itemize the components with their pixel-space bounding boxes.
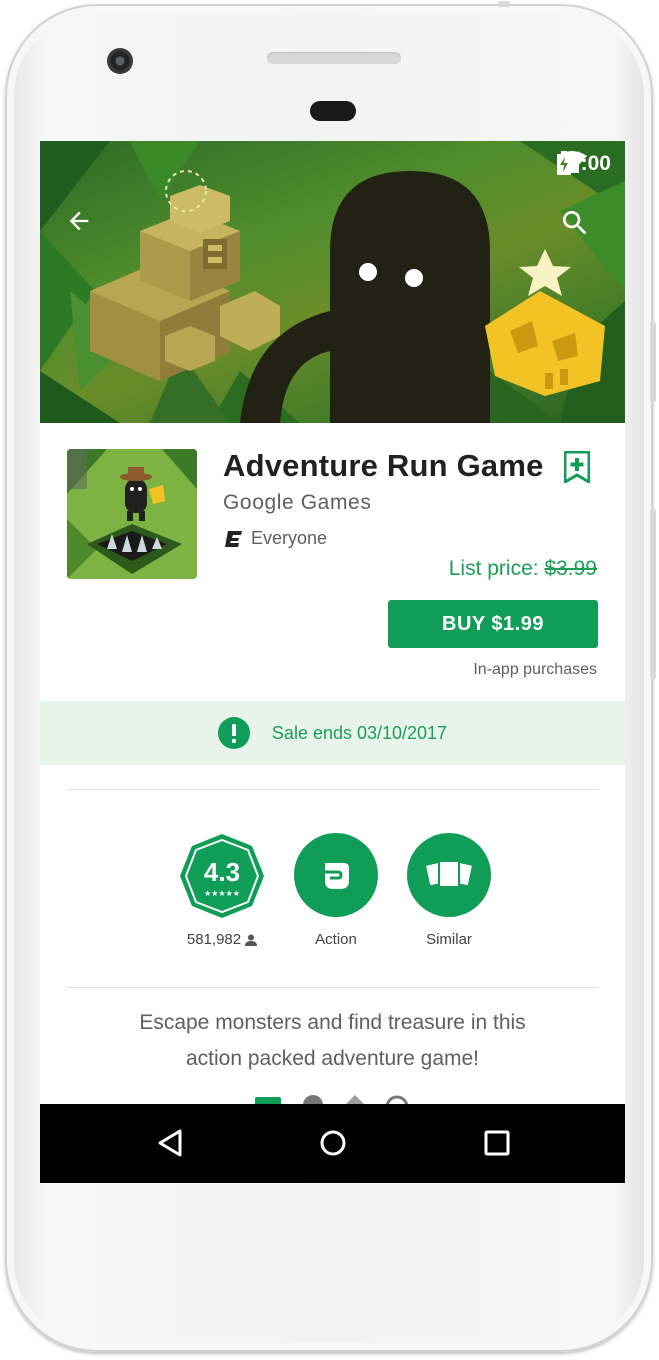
nav-home-button[interactable] bbox=[313, 1123, 353, 1163]
list-price-value: $3.99 bbox=[544, 557, 597, 580]
rating-badge: 4.3 ★★★★★ bbox=[180, 834, 264, 918]
status-bar: 07:00 bbox=[557, 151, 611, 177]
nav-back-button[interactable] bbox=[150, 1123, 190, 1163]
list-price: List price: $3.99 bbox=[449, 557, 597, 581]
similar-button[interactable] bbox=[407, 833, 491, 917]
description-line: Escape monsters and find treasure in thi… bbox=[139, 1011, 526, 1034]
earpiece-speaker bbox=[267, 52, 401, 64]
fist-icon bbox=[325, 863, 349, 889]
wishlist-button[interactable] bbox=[563, 450, 596, 487]
proximity-sensor bbox=[310, 101, 356, 121]
content-rating-label: Everyone bbox=[251, 528, 328, 548]
circle-home-icon bbox=[320, 1130, 346, 1156]
volume-button bbox=[650, 509, 656, 679]
rating-stat[interactable]: 4.3 ★★★★★ 581,982 bbox=[167, 833, 277, 948]
category-label: Action bbox=[315, 931, 357, 948]
sale-text: Sale ends 03/10/2017 bbox=[271, 722, 448, 743]
nav-recents-button[interactable] bbox=[477, 1123, 517, 1163]
back-button[interactable] bbox=[65, 207, 105, 247]
top-edge-mark bbox=[498, 1, 510, 7]
navigation-bar bbox=[40, 1104, 625, 1183]
screen: 07:00 Adventure Run Game Google Games Ev… bbox=[40, 141, 625, 1183]
category-stat[interactable]: Action bbox=[281, 833, 391, 948]
buy-button[interactable]: BUY $1.99 bbox=[388, 600, 598, 648]
bookmark-plus-icon bbox=[563, 450, 591, 485]
description: Escape monsters and find treasure in thi… bbox=[40, 1005, 625, 1077]
rating-value: 4.3 bbox=[204, 857, 240, 887]
hero-banner: 07:00 bbox=[40, 141, 625, 423]
triangle-back-icon bbox=[158, 1129, 182, 1157]
rating-stars: ★★★★★ bbox=[204, 889, 240, 898]
divider bbox=[67, 987, 598, 988]
similar-stat[interactable]: Similar bbox=[394, 833, 504, 948]
category-button[interactable] bbox=[294, 833, 378, 917]
square-recents-icon bbox=[484, 1130, 510, 1156]
cards-icon bbox=[426, 860, 472, 888]
person-icon bbox=[245, 934, 258, 946]
in-app-purchases-note: In-app purchases bbox=[473, 661, 597, 678]
sale-banner: Sale ends 03/10/2017 bbox=[40, 701, 625, 765]
battery-icon bbox=[557, 151, 572, 175]
app-title: Adventure Run Game bbox=[223, 448, 544, 483]
exclamation-circle-icon bbox=[217, 717, 250, 749]
search-button[interactable] bbox=[559, 207, 599, 247]
description-line: action packed adventure game! bbox=[185, 1047, 480, 1070]
search-icon bbox=[563, 211, 587, 235]
divider bbox=[67, 789, 598, 790]
list-price-label: List price: bbox=[448, 557, 539, 580]
power-button bbox=[650, 322, 656, 402]
similar-label: Similar bbox=[426, 931, 472, 948]
hero-artwork bbox=[40, 141, 625, 423]
phone-frame: 07:00 Adventure Run Game Google Games Ev… bbox=[5, 1, 656, 1352]
esrb-e-icon bbox=[225, 530, 242, 547]
content-rating: Everyone bbox=[225, 528, 327, 549]
front-camera bbox=[107, 48, 133, 74]
app-icon bbox=[67, 449, 197, 579]
arrow-left-icon bbox=[69, 211, 89, 231]
rating-count: 581,982 bbox=[186, 931, 242, 948]
developer-link[interactable]: Google Games bbox=[223, 491, 371, 515]
